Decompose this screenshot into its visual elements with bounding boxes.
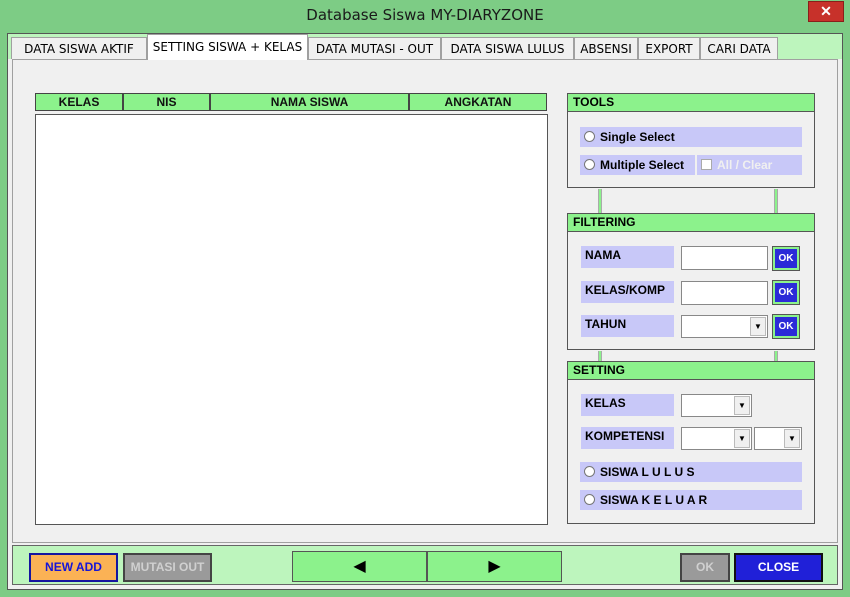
multiple-select-label: Multiple Select <box>600 158 685 172</box>
multiple-select-option[interactable]: Multiple Select <box>580 155 695 175</box>
radio-icon[interactable] <box>584 159 595 171</box>
kelas-komp-input[interactable] <box>681 281 768 305</box>
kompetensi-sub-dropdown[interactable]: ▼ <box>754 427 802 450</box>
siswa-keluar-label: SISWA K E L U A R <box>600 493 708 507</box>
chevron-down-icon[interactable]: ▼ <box>734 429 750 448</box>
kelas-dropdown[interactable]: ▼ <box>681 394 752 417</box>
main-window: DATA SISWA AKTIF SETTING SISWA + KELAS D… <box>7 33 843 590</box>
previous-button[interactable]: ◀ <box>292 551 427 582</box>
kompetensi-label: KOMPETENSI <box>581 427 674 449</box>
radio-icon[interactable] <box>584 466 595 478</box>
radio-icon[interactable] <box>584 131 595 143</box>
column-header-angkatan[interactable]: ANGKATAN <box>409 93 547 111</box>
nama-label: NAMA <box>581 246 674 268</box>
checkbox-icon[interactable] <box>701 159 712 171</box>
setting-panel: SETTING KELAS ▼ KOMPETENSI ▼ ▼ SISWA L U… <box>567 361 815 524</box>
all-clear-label: All / Clear <box>717 158 773 172</box>
tab-data-siswa-lulus[interactable]: DATA SISWA LULUS <box>441 37 574 59</box>
connector-bar <box>774 351 778 361</box>
title-bar: Database Siswa MY-DIARYZONE ✕ <box>0 0 850 33</box>
setting-title: SETTING <box>567 361 815 380</box>
kelas-komp-label: KELAS/KOMP <box>581 281 674 303</box>
tools-panel: TOOLS Single Select Multiple Select All … <box>567 93 815 188</box>
student-listbox[interactable] <box>35 114 548 525</box>
column-header-nama-siswa[interactable]: NAMA SISWA <box>210 93 409 111</box>
mutasi-out-button[interactable]: MUTASI OUT <box>123 553 212 582</box>
tab-data-mutasi-out[interactable]: DATA MUTASI - OUT <box>308 37 441 59</box>
connector-bar <box>774 189 778 214</box>
tab-absensi[interactable]: ABSENSI <box>574 37 638 59</box>
radio-icon[interactable] <box>584 494 595 506</box>
nama-input[interactable] <box>681 246 768 270</box>
bottom-toolbar: NEW ADD MUTASI OUT ◀ ▶ OK CLOSE <box>12 545 838 585</box>
tahun-label: TAHUN <box>581 315 674 337</box>
next-button[interactable]: ▶ <box>427 551 562 582</box>
connector-bar <box>598 189 602 214</box>
tab-cari-data[interactable]: CARI DATA <box>700 37 778 59</box>
tab-export[interactable]: EXPORT <box>638 37 700 59</box>
siswa-keluar-option[interactable]: SISWA K E L U A R <box>580 490 802 510</box>
tools-title: TOOLS <box>567 93 815 112</box>
tahun-ok-button[interactable]: OK <box>772 314 800 339</box>
chevron-down-icon[interactable]: ▼ <box>734 396 750 415</box>
filtering-panel: FILTERING NAMA OK KELAS/KOMP OK TAHUN ▼ … <box>567 213 815 350</box>
kelas-label: KELAS <box>581 394 674 416</box>
filtering-title: FILTERING <box>567 213 815 232</box>
ok-button[interactable]: OK <box>680 553 730 582</box>
new-add-button[interactable]: NEW ADD <box>29 553 118 582</box>
chevron-down-icon[interactable]: ▼ <box>784 429 800 448</box>
tab-strip: DATA SISWA AKTIF SETTING SISWA + KELAS D… <box>8 34 842 60</box>
column-header-nis[interactable]: NIS <box>123 93 210 111</box>
connector-bar <box>598 351 602 361</box>
siswa-lulus-option[interactable]: SISWA L U L U S <box>580 462 802 482</box>
window-close-button[interactable]: ✕ <box>808 1 844 22</box>
siswa-lulus-label: SISWA L U L U S <box>600 465 695 479</box>
tab-data-siswa-aktif[interactable]: DATA SISWA AKTIF <box>11 37 147 59</box>
kompetensi-dropdown[interactable]: ▼ <box>681 427 752 450</box>
close-button[interactable]: CLOSE <box>734 553 823 582</box>
single-select-label: Single Select <box>600 130 675 144</box>
tab-setting-siswa-kelas[interactable]: SETTING SISWA + KELAS <box>147 34 308 60</box>
kelas-komp-ok-button[interactable]: OK <box>772 280 800 305</box>
nama-ok-button[interactable]: OK <box>772 246 800 271</box>
column-header-kelas[interactable]: KELAS <box>35 93 123 111</box>
window-title: Database Siswa MY-DIARYZONE <box>306 6 544 24</box>
single-select-option[interactable]: Single Select <box>580 127 802 147</box>
arrow-right-icon: ▶ <box>488 558 501 575</box>
tahun-dropdown[interactable]: ▼ <box>681 315 768 338</box>
arrow-left-icon: ◀ <box>353 558 366 575</box>
all-clear-option[interactable]: All / Clear <box>697 155 802 175</box>
chevron-down-icon[interactable]: ▼ <box>750 317 766 336</box>
